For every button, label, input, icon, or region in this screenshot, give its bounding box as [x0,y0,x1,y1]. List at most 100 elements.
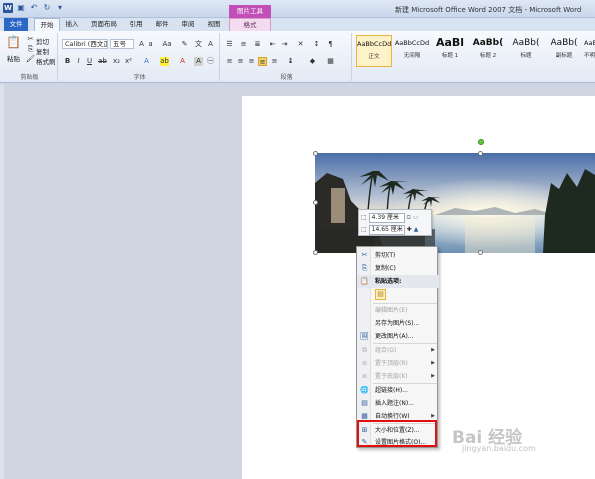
tab-view[interactable]: 视图 [202,18,226,31]
change-case-icon[interactable]: Aa [160,40,174,49]
sort-icon[interactable]: ↕ [312,40,321,49]
crop-tool-icon[interactable]: ✚ [407,226,412,233]
wrap-text-mini-icon[interactable]: ▲ [414,226,419,233]
grow-font-icon[interactable]: A [137,40,146,49]
style-name: 正文 [368,54,380,60]
menu-item-paste-options: 📋 粘贴选项: [357,275,439,288]
menu-item-cut[interactable]: ✂ 剪切(T) [357,249,439,262]
word-logo-icon: W [3,3,13,13]
selected-picture[interactable] [315,153,595,253]
menu-item-insert-caption[interactable]: ▤ 插入题注(N)... [357,397,439,410]
bullets-icon[interactable]: ☰ [225,40,234,49]
shape-height-icon: ⬚ [361,214,367,221]
style-name: 标题 2 [479,53,497,59]
shape-width-field[interactable]: 14.65 厘米 [368,224,405,235]
shape-height-field[interactable]: 4.39 厘米 [368,212,405,223]
underline-icon[interactable]: U [85,57,94,66]
customize-qat-icon[interactable]: ▾ [55,3,65,13]
align-right-icon[interactable]: ≡ [247,57,256,66]
tab-review[interactable]: 审阅 [176,18,200,31]
chinese-layout-icon[interactable]: ✕ [296,40,305,49]
menu-item-label: 另存为图片(S)... [375,320,420,327]
baidu-watermark-url: jingyan.baidu.com [462,444,536,453]
enclose-char-icon[interactable]: ㊀ [206,57,215,66]
style-title[interactable]: AaBb( 标题 [508,35,544,67]
tab-home[interactable]: 开始 [34,18,60,31]
align-left-icon[interactable]: ≡ [225,57,234,66]
context-menu: ✂ 剪切(T) ⎘ 复制(C) 📋 粘贴选项: ▤ 编辑图片(E) 另存为图片(… [356,246,439,448]
tab-insert[interactable]: 插入 [60,18,84,31]
resize-handle-bottom[interactable] [478,250,483,255]
menu-item-label: 超链接(H)... [375,387,408,394]
menu-item-save-as-picture[interactable]: 另存为图片(S)... [357,317,439,330]
phonetic-icon[interactable]: 文 [194,40,203,49]
tab-page-layout[interactable]: 页面布局 [86,18,122,31]
distribute-icon[interactable]: ≡ [270,57,279,66]
style-name: 无间隔 [403,53,421,59]
submenu-arrow-icon: ▶ [431,360,435,366]
menu-item-change-picture[interactable]: 🖼 更改图片(A)... [357,330,439,343]
text-effects-icon[interactable]: A [142,57,151,66]
paste-keep-source-icon[interactable]: ▤ [375,289,386,300]
style-no-spacing[interactable]: AaBbCcDd 无间隔 [394,35,430,67]
italic-icon[interactable]: I [74,57,83,66]
style-heading-2[interactable]: AaBb( 标题 2 [470,35,506,67]
highlight-icon[interactable]: ab [160,57,169,66]
char-border-icon[interactable]: A [206,40,215,49]
shrink-font-icon[interactable]: a [146,40,155,49]
decrease-indent-icon[interactable]: ⇤ [268,40,277,49]
menu-item-group: ⧉ 组合(G) ▶ [357,344,439,357]
copy-button[interactable]: 复制 [36,46,49,56]
paste-icon[interactable]: 📋 [6,35,21,49]
cut-icon[interactable]: ✂ [26,35,35,44]
style-name: 不明显 [584,53,595,59]
show-marks-icon[interactable]: ¶ [326,40,335,49]
font-size-select[interactable]: 五号 [110,39,134,49]
format-painter-button[interactable]: 格式刷 [36,56,56,66]
quick-access-toolbar: W ▣ ↶ ↻ ▾ [3,3,65,13]
resize-handle-top-left[interactable] [313,151,318,156]
font-color-icon[interactable]: A [178,57,187,66]
copy-icon[interactable]: ⎘ [26,45,35,54]
caption-icon: ▤ [361,399,368,407]
rotation-handle[interactable] [478,139,484,145]
paste-button[interactable]: 粘贴 [7,53,20,63]
undo-icon[interactable]: ↶ [29,3,39,13]
char-shading-icon[interactable]: A [194,57,203,66]
borders-icon[interactable]: ▦ [326,57,335,66]
multilevel-list-icon[interactable]: ≣ [253,40,262,49]
cut-button[interactable]: 剪切 [36,36,49,46]
resize-handle-top[interactable] [478,151,483,156]
style-sample: AaBb( [550,38,578,48]
tab-format[interactable]: 格式 [229,18,271,31]
shading-icon[interactable]: ◆ [308,57,317,66]
tab-mailings[interactable]: 邮件 [150,18,174,31]
superscript-icon[interactable]: x² [124,57,133,66]
style-subtle-emphasis[interactable]: AaBbCcDd 不明显 [584,35,595,67]
bold-icon[interactable]: B [63,57,72,66]
tab-references[interactable]: 引用 [124,18,148,31]
resize-handle-bottom-left[interactable] [313,250,318,255]
crop-icon[interactable]: ⧉ [407,214,411,222]
group-objects-icon[interactable]: ▭ [413,214,419,221]
style-normal[interactable]: AaBbCcDd 正文 [356,35,392,67]
resize-handle-left[interactable] [313,200,318,205]
increase-indent-icon[interactable]: ⇥ [280,40,289,49]
format-painter-icon[interactable]: 🖌 [26,55,35,64]
subscript-icon[interactable]: x₂ [112,57,121,66]
strikethrough-icon[interactable]: ab [98,57,107,66]
menu-item-hyperlink[interactable]: 🌐 超链接(H)... [357,384,439,397]
justify-icon[interactable]: ≡ [258,57,267,66]
style-subtitle[interactable]: AaBb( 副标题 [546,35,582,67]
numbering-icon[interactable]: ≡ [239,40,248,49]
save-icon[interactable]: ▣ [16,3,26,13]
clear-format-icon[interactable]: ✎ [180,40,189,49]
style-heading-1[interactable]: AaBl 标题 1 [432,35,468,67]
menu-item-copy[interactable]: ⎘ 复制(C) [357,262,439,275]
line-spacing-icon[interactable]: ↨ [286,57,295,66]
change-picture-icon: 🖼 [360,332,369,340]
font-name-select[interactable]: Calibri (西文正 [62,39,108,49]
tab-file[interactable]: 文件 [4,18,28,31]
align-center-icon[interactable]: ≡ [236,57,245,66]
redo-icon[interactable]: ↻ [42,3,52,13]
